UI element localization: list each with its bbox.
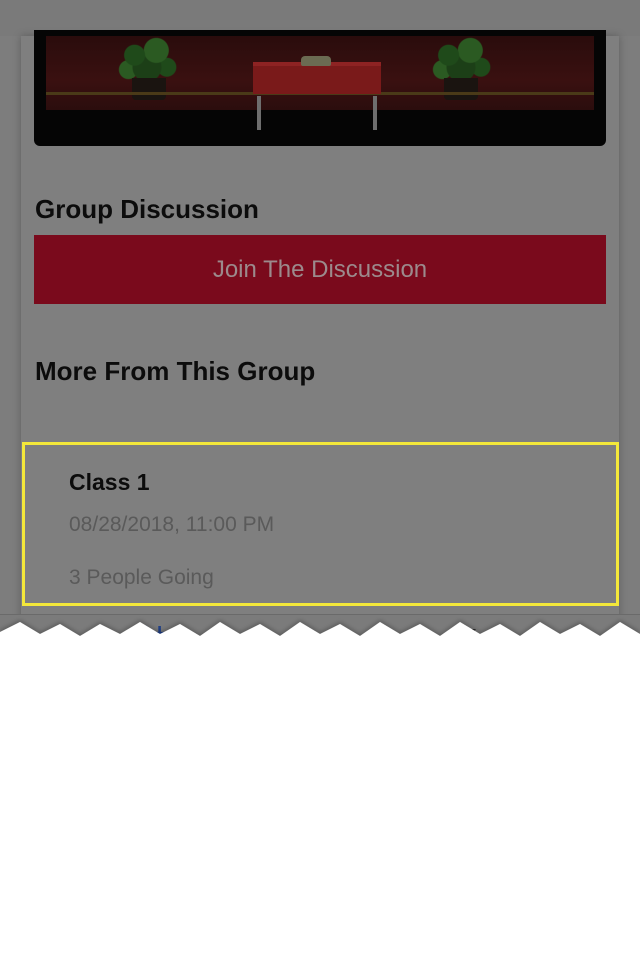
event-list-item[interactable]: Class 1 08/28/2018, 11:00 PM 3 People Go…	[22, 442, 619, 606]
dimmed-app-screen: Group Discussion Join The Discussion Mor…	[0, 0, 640, 650]
altar-bowl	[301, 56, 331, 66]
group-discussion-title: Group Discussion	[35, 194, 259, 224]
plant-pot-right	[444, 78, 478, 100]
altar-leg-right	[373, 96, 377, 130]
torn-edge-divider	[0, 622, 640, 652]
screen: Group Discussion Join The Discussion Mor…	[0, 0, 640, 960]
altar-table	[253, 56, 381, 130]
plant-image-left	[116, 36, 178, 84]
plant-pot-left	[132, 78, 166, 100]
plant-image-right	[430, 36, 492, 84]
event-title: Class 1	[69, 469, 150, 495]
join-discussion-button[interactable]: Join The Discussion	[34, 235, 606, 304]
event-datetime: 08/28/2018, 11:00 PM	[69, 513, 275, 536]
group-media-thumbnail[interactable]	[34, 30, 606, 146]
altar-leg-left	[257, 96, 261, 130]
more-from-group-title: More From This Group	[35, 356, 316, 386]
event-attendance: 3 People Going	[69, 566, 214, 589]
media-scene	[46, 36, 594, 130]
